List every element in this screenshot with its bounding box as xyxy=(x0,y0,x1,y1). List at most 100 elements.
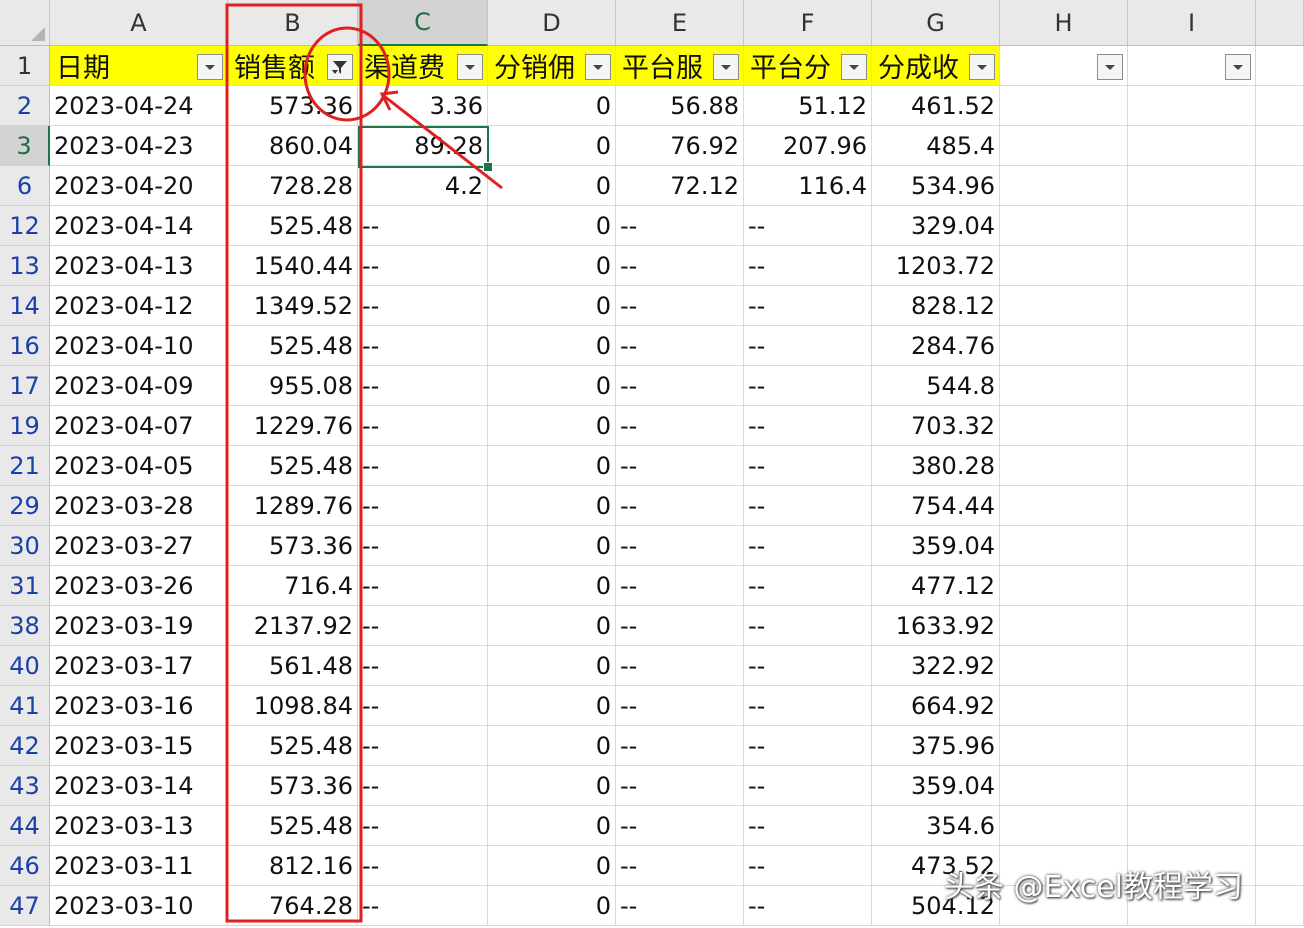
column-header-h[interactable]: H xyxy=(1000,0,1128,46)
cell-a47[interactable]: 2023-03-10 xyxy=(50,886,228,926)
cell-c31[interactable]: -- xyxy=(358,566,488,606)
cell-a14[interactable]: 2023-04-12 xyxy=(50,286,228,326)
cell-d41[interactable]: 0 xyxy=(488,686,616,726)
cell-d16[interactable]: 0 xyxy=(488,326,616,366)
cell-d40[interactable]: 0 xyxy=(488,646,616,686)
cell-b29[interactable]: 1289.76 xyxy=(228,486,358,526)
cell-e13[interactable]: -- xyxy=(616,246,744,286)
cell-a43[interactable]: 2023-03-14 xyxy=(50,766,228,806)
filter-dropdown-icon[interactable] xyxy=(1225,54,1251,80)
row-header-14[interactable]: 14 xyxy=(0,286,50,326)
cell-c21[interactable]: -- xyxy=(358,446,488,486)
cell-e17[interactable]: -- xyxy=(616,366,744,406)
filter-dropdown-icon[interactable] xyxy=(1097,54,1123,80)
cell-f19[interactable]: -- xyxy=(744,406,872,446)
row-header-40[interactable]: 40 xyxy=(0,646,50,686)
cell-h12[interactable] xyxy=(1000,206,1128,246)
cell-a3[interactable]: 2023-04-23 xyxy=(50,126,228,166)
cell-h38[interactable] xyxy=(1000,606,1128,646)
cell-g42[interactable]: 375.96 xyxy=(872,726,1000,766)
cell-h41[interactable] xyxy=(1000,686,1128,726)
cell-b19[interactable]: 1229.76 xyxy=(228,406,358,446)
cell-i21[interactable] xyxy=(1128,446,1256,486)
cell-f47[interactable]: -- xyxy=(744,886,872,926)
fill-handle[interactable] xyxy=(483,162,493,172)
cell-f12[interactable]: -- xyxy=(744,206,872,246)
cell-a12[interactable]: 2023-04-14 xyxy=(50,206,228,246)
cell-h43[interactable] xyxy=(1000,766,1128,806)
header-cell-e[interactable]: 平台服 xyxy=(616,46,744,86)
cell-c42[interactable]: -- xyxy=(358,726,488,766)
row-header-38[interactable]: 38 xyxy=(0,606,50,646)
cell-d21[interactable]: 0 xyxy=(488,446,616,486)
cell-f41[interactable]: -- xyxy=(744,686,872,726)
cell-c19[interactable]: -- xyxy=(358,406,488,446)
cell-i41[interactable] xyxy=(1128,686,1256,726)
header-cell-i[interactable] xyxy=(1128,46,1256,86)
cell-f17[interactable]: -- xyxy=(744,366,872,406)
row-header-2[interactable]: 2 xyxy=(0,86,50,126)
cell-c2[interactable]: 3.36 xyxy=(358,86,488,126)
active-cell-selection[interactable] xyxy=(358,126,489,168)
cell-b30[interactable]: 573.36 xyxy=(228,526,358,566)
cell-i12[interactable] xyxy=(1128,206,1256,246)
cell-a29[interactable]: 2023-03-28 xyxy=(50,486,228,526)
cell-a19[interactable]: 2023-04-07 xyxy=(50,406,228,446)
column-header-b[interactable]: B xyxy=(228,0,358,46)
row-header-1[interactable]: 1 xyxy=(0,46,50,86)
row-header-30[interactable]: 30 xyxy=(0,526,50,566)
column-header-e[interactable]: E xyxy=(616,0,744,46)
cell-d3[interactable]: 0 xyxy=(488,126,616,166)
cell-g2[interactable]: 461.52 xyxy=(872,86,1000,126)
cell-g17[interactable]: 544.8 xyxy=(872,366,1000,406)
cell-f46[interactable]: -- xyxy=(744,846,872,886)
cell-b13[interactable]: 1540.44 xyxy=(228,246,358,286)
row-header-29[interactable]: 29 xyxy=(0,486,50,526)
cell-f2[interactable]: 51.12 xyxy=(744,86,872,126)
cell-b43[interactable]: 573.36 xyxy=(228,766,358,806)
cell-a6[interactable]: 2023-04-20 xyxy=(50,166,228,206)
header-cell-c[interactable]: 渠道费 xyxy=(358,46,488,86)
cell-d44[interactable]: 0 xyxy=(488,806,616,846)
cell-d2[interactable]: 0 xyxy=(488,86,616,126)
cell-i38[interactable] xyxy=(1128,606,1256,646)
cell-f16[interactable]: -- xyxy=(744,326,872,366)
cell-a40[interactable]: 2023-03-17 xyxy=(50,646,228,686)
cell-g13[interactable]: 1203.72 xyxy=(872,246,1000,286)
cell-i19[interactable] xyxy=(1128,406,1256,446)
cell-i31[interactable] xyxy=(1128,566,1256,606)
cell-g30[interactable]: 359.04 xyxy=(872,526,1000,566)
cell-i40[interactable] xyxy=(1128,646,1256,686)
cell-c14[interactable]: -- xyxy=(358,286,488,326)
cell-g16[interactable]: 284.76 xyxy=(872,326,1000,366)
cell-e3[interactable]: 76.92 xyxy=(616,126,744,166)
cell-g12[interactable]: 329.04 xyxy=(872,206,1000,246)
cell-f44[interactable]: -- xyxy=(744,806,872,846)
cell-i6[interactable] xyxy=(1128,166,1256,206)
cell-d14[interactable]: 0 xyxy=(488,286,616,326)
cell-g41[interactable]: 664.92 xyxy=(872,686,1000,726)
cell-a41[interactable]: 2023-03-16 xyxy=(50,686,228,726)
cell-e12[interactable]: -- xyxy=(616,206,744,246)
filter-dropdown-icon[interactable] xyxy=(585,54,611,80)
cell-g43[interactable]: 359.04 xyxy=(872,766,1000,806)
cell-i44[interactable] xyxy=(1128,806,1256,846)
cell-i2[interactable] xyxy=(1128,86,1256,126)
cell-h44[interactable] xyxy=(1000,806,1128,846)
header-cell-g[interactable]: 分成收 xyxy=(872,46,1000,86)
cell-g44[interactable]: 354.6 xyxy=(872,806,1000,846)
cell-b47[interactable]: 764.28 xyxy=(228,886,358,926)
column-header-a[interactable]: A xyxy=(50,0,228,46)
cell-e42[interactable]: -- xyxy=(616,726,744,766)
cell-a2[interactable]: 2023-04-24 xyxy=(50,86,228,126)
cell-e29[interactable]: -- xyxy=(616,486,744,526)
cell-h17[interactable] xyxy=(1000,366,1128,406)
cell-c29[interactable]: -- xyxy=(358,486,488,526)
cell-a30[interactable]: 2023-03-27 xyxy=(50,526,228,566)
cell-d38[interactable]: 0 xyxy=(488,606,616,646)
cell-f14[interactable]: -- xyxy=(744,286,872,326)
cell-h29[interactable] xyxy=(1000,486,1128,526)
cell-b16[interactable]: 525.48 xyxy=(228,326,358,366)
filter-dropdown-icon[interactable] xyxy=(969,54,995,80)
cell-g6[interactable]: 534.96 xyxy=(872,166,1000,206)
